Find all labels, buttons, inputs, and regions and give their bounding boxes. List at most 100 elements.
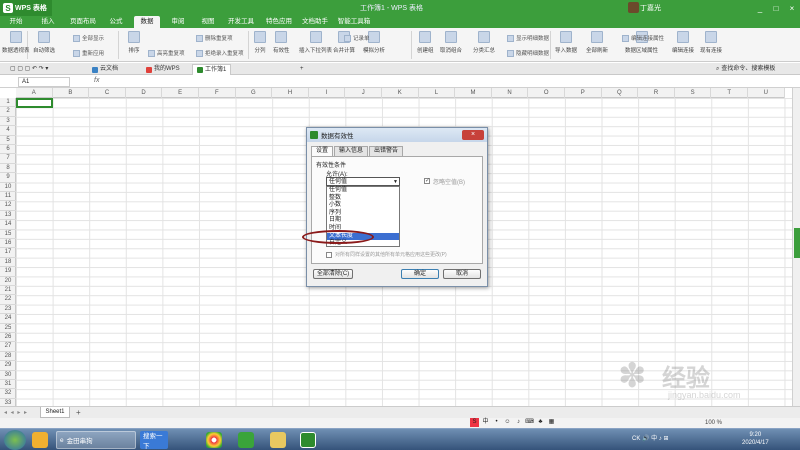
ribbon-small-button-8[interactable]: 编辑连接属性 [622,34,664,42]
close-button[interactable]: × [784,0,800,16]
menu-tab-2[interactable]: 页面布局 [66,16,100,28]
row-header[interactable]: 3 [0,117,16,127]
explorer-icon[interactable] [32,432,48,448]
column-header[interactable]: N [492,88,529,98]
row-header[interactable]: 4 [0,126,16,136]
column-header[interactable]: C [89,88,126,98]
ribbon-button-5[interactable]: 插入下拉列表 [299,28,332,62]
column-header[interactable]: I [309,88,346,98]
selected-cell[interactable] [16,98,53,108]
punctuation-icon[interactable]: • [492,418,501,427]
menu-tab-8[interactable]: 特色应用 [262,16,296,28]
ribbon-small-button-1[interactable]: 重新应用 [73,49,104,57]
maximize-button[interactable]: □ [768,0,784,16]
ignore-blank-checkbox[interactable] [424,177,430,184]
app-logo[interactable]: S WPS 表格 [0,0,52,16]
column-header[interactable]: J [345,88,382,98]
row-header[interactable]: 23 [0,305,16,315]
chrome-icon[interactable] [206,432,222,448]
column-header[interactable]: P [565,88,602,98]
apply-all-checkbox[interactable] [326,252,332,258]
ribbon-button-11[interactable]: 导入数据 [555,28,577,62]
ie-green-icon[interactable] [238,432,254,448]
folder-icon[interactable] [270,432,286,448]
column-header[interactable]: F [199,88,236,98]
ribbon-button-0[interactable]: 数据透视表 [2,28,30,62]
ribbon-button-15[interactable]: 现有连接 [700,28,722,62]
column-header[interactable]: U [748,88,785,98]
column-header[interactable]: O [528,88,565,98]
row-header[interactable]: 19 [0,267,16,277]
column-header[interactable]: D [126,88,163,98]
column-header[interactable]: Q [602,88,639,98]
sheet-nav-buttons[interactable]: ◂ ◂ ▸ ▸ [4,409,28,416]
row-header[interactable]: 33 [0,399,16,406]
row-header[interactable]: 29 [0,361,16,371]
column-header[interactable]: H [272,88,309,98]
ribbon-button-2[interactable]: 排序 [128,28,140,62]
avatar[interactable] [628,2,639,13]
row-header[interactable]: 5 [0,136,16,145]
cancel-button[interactable]: 取消 [443,269,481,279]
row-header[interactable]: 2 [0,107,16,117]
emoji-icon[interactable]: ☺ [503,418,512,427]
system-tray[interactable]: CK 🔊 中 ♪ ⊞ [632,433,669,442]
ribbon-button-9[interactable]: 取消组合 [440,28,462,62]
doc-tab-0[interactable]: 云文档 [88,64,122,75]
row-header[interactable]: 28 [0,352,16,362]
ribbon-small-button-2[interactable]: 高亮重复项 [148,49,185,57]
sogou-icon[interactable]: S [470,418,479,427]
column-header[interactable]: S [675,88,712,98]
ribbon-small-button-4[interactable]: 拒绝录入重复项 [196,49,244,57]
keyboard-icon[interactable]: ⌨ [525,418,534,427]
ribbon-button-8[interactable]: 创建组 [417,28,434,62]
row-header[interactable]: 24 [0,314,16,324]
column-header[interactable]: M [455,88,492,98]
row-header[interactable]: 8 [0,164,16,174]
menu-tab-6[interactable]: 视图 [196,16,220,28]
row-header[interactable]: 14 [0,220,16,230]
allow-option[interactable]: 任何值 [327,187,399,195]
ribbon-button-1[interactable]: 自动筛选 [33,28,55,62]
column-header[interactable]: G [236,88,273,98]
column-header[interactable]: R [638,88,675,98]
ribbon-small-button-7[interactable]: 隐藏明细数据 [507,49,549,57]
row-header[interactable]: 9 [0,173,16,183]
row-header[interactable]: 22 [0,295,16,305]
fx-icon[interactable]: fx [94,77,99,84]
column-header[interactable]: B [53,88,90,98]
row-header[interactable]: 10 [0,183,16,192]
row-header[interactable]: 16 [0,239,16,249]
menu-tab-1[interactable]: 插入 [36,16,60,28]
row-header[interactable]: 11 [0,192,16,202]
column-header[interactable]: T [711,88,748,98]
sheet-tab[interactable]: Sheet1 [40,407,70,418]
row-header[interactable]: 1 [0,98,16,108]
menu-tab-7[interactable]: 开发工具 [224,16,258,28]
row-header[interactable]: 30 [0,371,16,380]
column-header[interactable]: E [162,88,199,98]
ribbon-small-button-5[interactable]: 记录单 [344,34,370,42]
ok-button[interactable]: 确定 [401,269,439,279]
minimize-button[interactable]: _ [752,0,768,16]
allow-option[interactable]: 小数 [327,202,399,210]
search-command[interactable]: ⌕ 查找命令、搜索模板 [712,64,779,75]
ribbon-small-button-0[interactable]: 全部显示 [73,34,104,42]
ribbon-small-button-3[interactable]: 删除重复项 [196,34,233,42]
row-header[interactable]: 31 [0,380,16,390]
ribbon-button-12[interactable]: 全部刷新 [586,28,608,62]
row-header[interactable]: 27 [0,342,16,352]
row-header[interactable]: 13 [0,211,16,221]
zoom-level[interactable]: 100 % [705,420,722,426]
toolbox-icon[interactable]: ▦ [547,418,556,427]
ribbon-small-button-6[interactable]: 显示明细数据 [507,34,549,42]
row-header[interactable]: 7 [0,154,16,164]
menu-tab-4[interactable]: 数据 [134,16,160,28]
menu-tab-0[interactable]: 开始 [4,16,28,28]
row-header[interactable]: 26 [0,333,16,343]
row-header[interactable]: 15 [0,230,16,239]
row-header[interactable]: 25 [0,324,16,333]
row-header[interactable]: 6 [0,145,16,155]
doc-tab-2[interactable]: 工作簿1 [192,64,232,75]
allow-select[interactable]: 任何值 ▼ [326,177,400,186]
